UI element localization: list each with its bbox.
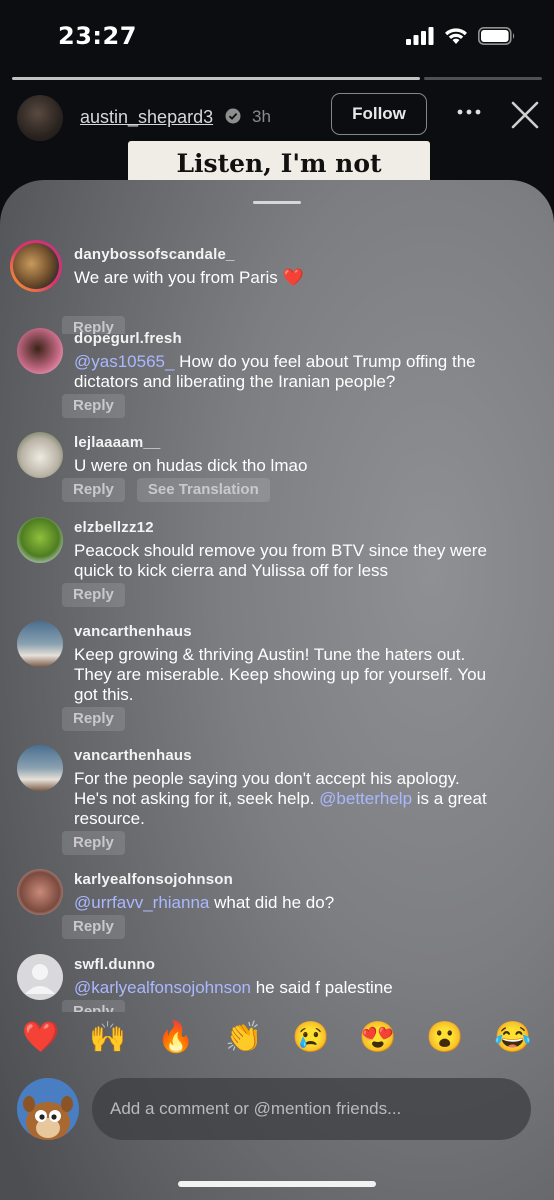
heart-emoji-button[interactable]: ❤️ <box>21 1018 61 1058</box>
quick-reactions-bar: ❤️ 🙌 🔥 👏 😢 😍 😮 😂 <box>0 1018 554 1064</box>
chipmunk-avatar-icon <box>17 1078 79 1140</box>
comment-text: @karlyealfonsojohnson he said f palestin… <box>74 978 494 998</box>
story-avatar[interactable] <box>17 95 63 141</box>
comment-text-body: Peacock should remove you from BTV since… <box>74 541 487 580</box>
comment-text: @yas10565_ How do you feel about Trump o… <box>74 352 494 392</box>
home-indicator[interactable] <box>178 1181 376 1187</box>
progress-segment <box>12 77 420 80</box>
comment-mention[interactable]: @karlyealfonsojohnson <box>74 978 251 997</box>
story-header: austin_shepard3 3h Follow <box>0 88 554 148</box>
comment-username[interactable]: danybossofscandale_ <box>74 246 235 263</box>
comment-mention[interactable]: @urrfavv_rhianna <box>74 893 209 912</box>
comment-text-body: Keep growing & thriving Austin! Tune the… <box>74 645 487 704</box>
wifi-icon <box>445 28 467 44</box>
comment-username[interactable]: swfl.dunno <box>74 956 155 973</box>
default-avatar-icon[interactable] <box>17 954 63 1000</box>
comment-actions: Reply <box>62 831 125 855</box>
comment-actions: Reply <box>62 394 125 418</box>
fire-emoji-button[interactable]: 🔥 <box>156 1018 196 1058</box>
comment-input[interactable]: Add a comment or @mention friends... <box>92 1078 531 1140</box>
comment-text: @urrfavv_rhianna what did he do? <box>74 893 494 913</box>
story-progress <box>12 77 542 80</box>
comment-text-body: We are with you from Paris ❤️ <box>74 268 304 287</box>
comment-mention[interactable]: @betterhelp <box>319 789 412 808</box>
comment-avatar[interactable] <box>10 240 62 292</box>
comments-sheet: danybossofscandale_ We are with you from… <box>0 180 554 1200</box>
follow-button[interactable]: Follow <box>331 93 427 135</box>
comment-avatar[interactable] <box>17 432 63 478</box>
see-translation-button[interactable]: See Translation <box>136 478 270 502</box>
battery-icon <box>478 27 515 45</box>
comment-actions: Reply <box>62 915 125 939</box>
comment-mention[interactable]: @yas10565_ <box>74 352 174 371</box>
comment-text-body: what did he do? <box>209 893 335 912</box>
comment-text-body: he said f palestine <box>250 978 393 997</box>
reply-button[interactable]: Reply <box>62 831 125 855</box>
comment-text: We are with you from Paris ❤️ <box>74 268 494 288</box>
raised-hands-emoji-button[interactable]: 🙌 <box>88 1018 128 1058</box>
comment-text: U were on hudas dick tho lmao <box>74 456 494 476</box>
status-bar: 23:27 <box>0 0 554 70</box>
reply-button[interactable]: Reply <box>62 478 125 502</box>
signal-icon <box>406 27 434 45</box>
story-username[interactable]: austin_shepard3 <box>80 107 213 128</box>
comment-actions: Reply <box>62 583 125 607</box>
more-options-icon[interactable] <box>454 102 484 122</box>
reply-button[interactable]: Reply <box>62 707 125 731</box>
comment-username[interactable]: elzbellzz12 <box>74 519 154 536</box>
comment-avatar[interactable] <box>17 328 63 374</box>
reply-button[interactable]: Reply <box>62 915 125 939</box>
person-icon <box>25 964 55 994</box>
crying-emoji-button[interactable]: 😢 <box>291 1018 331 1058</box>
comment-avatar[interactable] <box>17 745 63 791</box>
comment-username[interactable]: karlyealfonsojohnson <box>74 871 233 888</box>
laughing-emoji-button[interactable]: 😂 <box>493 1018 533 1058</box>
my-avatar <box>17 1078 79 1140</box>
story-age: 3h <box>252 107 271 126</box>
clapping-emoji-button[interactable]: 👏 <box>224 1018 264 1058</box>
surprised-emoji-button[interactable]: 😮 <box>425 1018 465 1058</box>
reply-button[interactable]: Reply <box>62 1000 125 1012</box>
drag-handle[interactable] <box>253 201 301 204</box>
reply-button[interactable]: Reply <box>62 394 125 418</box>
comment-avatar[interactable] <box>17 621 63 667</box>
reply-button[interactable]: Reply <box>62 583 125 607</box>
comment-avatar[interactable] <box>17 869 63 915</box>
comment-text: Peacock should remove you from BTV since… <box>74 541 494 581</box>
status-time: 23:27 <box>58 22 137 50</box>
comment-text: Keep growing & thriving Austin! Tune the… <box>74 645 494 705</box>
comment-username[interactable]: vancarthenhaus <box>74 747 192 764</box>
comment-username[interactable]: lejlaaaam__ <box>74 434 160 451</box>
verified-badge-icon <box>225 108 241 124</box>
comment-text: For the people saying you don't accept h… <box>74 769 494 829</box>
progress-segment <box>423 77 542 80</box>
comment-actions: Reply <box>62 707 125 731</box>
comment-username[interactable]: dopegurl.fresh <box>74 330 182 347</box>
comment-text-body: U were on hudas dick tho lmao <box>74 456 308 475</box>
heart-eyes-emoji-button[interactable]: 😍 <box>358 1018 398 1058</box>
close-icon[interactable] <box>508 98 542 132</box>
status-icons <box>406 27 516 45</box>
comments-list[interactable]: danybossofscandale_ We are with you from… <box>0 226 554 1012</box>
comment-actions: Reply <box>62 1000 125 1012</box>
comment-actions: Reply See Translation <box>62 478 270 502</box>
comment-username[interactable]: vancarthenhaus <box>74 623 192 640</box>
comment-avatar[interactable] <box>17 517 63 563</box>
